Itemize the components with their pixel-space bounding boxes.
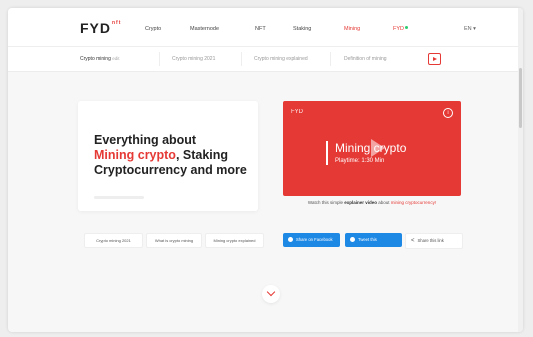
divider (241, 52, 242, 66)
subnav-crypto-mining-explained[interactable]: Crypto mining explained (254, 56, 308, 62)
scrollbar-track[interactable] (518, 8, 523, 332)
video-caption: Watch this simple explainer video about … (307, 200, 437, 205)
scroll-down-button[interactable] (262, 285, 280, 303)
nav-crypto[interactable]: Crypto (145, 26, 161, 32)
chip-what-is-crypto-mining[interactable]: What is crypto mining (146, 233, 202, 248)
divider (159, 52, 160, 66)
video-title-bar (326, 141, 328, 165)
language-selector[interactable]: EN ▾ (464, 26, 476, 32)
subnav-definition-of-mining[interactable]: Definition of mining (344, 56, 387, 62)
video-player[interactable]: FYD i Mining crypto Playtime: 1:30 Min (283, 101, 461, 196)
placeholder-line (94, 196, 144, 199)
nav-nft[interactable]: NFT (255, 26, 266, 32)
hero-title: Everything about Mining crypto, Staking … (94, 133, 247, 177)
nav-masternode[interactable]: Masternode (190, 26, 219, 32)
facebook-icon (288, 237, 293, 243)
nav-fyd[interactable]: FYD (393, 26, 408, 32)
chip-crypto-mining-2021[interactable]: Crypto mining 2021 (84, 233, 143, 248)
scrollbar-thumb[interactable] (519, 68, 522, 128)
video-title: Mining crypto (335, 141, 407, 155)
sub-navigation: Crypto mining edit Crypto mining 2021 Cr… (8, 46, 523, 72)
share-link-button[interactable]: < Share this link (405, 233, 463, 249)
youtube-icon[interactable] (428, 53, 441, 65)
twitter-icon (350, 237, 355, 243)
subnav-crypto-mining[interactable]: Crypto mining edit (80, 56, 120, 62)
share-icon: < (411, 238, 415, 244)
chevron-down-icon (266, 287, 276, 297)
video-logo: FYD (291, 109, 303, 115)
top-navigation: FYDnft Crypto Masternode NFT Staking Min… (8, 8, 523, 46)
nav-staking[interactable]: Staking (293, 26, 311, 32)
nav-mining[interactable]: Mining (344, 26, 360, 32)
divider (330, 52, 331, 66)
fyd-logo[interactable]: FYDnft (80, 20, 121, 36)
share-twitter-button[interactable]: Tweet this (345, 233, 402, 247)
hero-highlight: Mining crypto (94, 148, 176, 162)
info-icon[interactable]: i (443, 108, 453, 118)
new-indicator-dot (405, 26, 408, 29)
video-playtime: Playtime: 1:30 Min (335, 158, 385, 164)
chip-mining-crypto-explained[interactable]: Mining crypto explained (205, 233, 264, 248)
share-facebook-button[interactable]: Share on Facebook (283, 233, 340, 247)
subnav-crypto-mining-2021[interactable]: Crypto mining 2021 (172, 56, 215, 62)
